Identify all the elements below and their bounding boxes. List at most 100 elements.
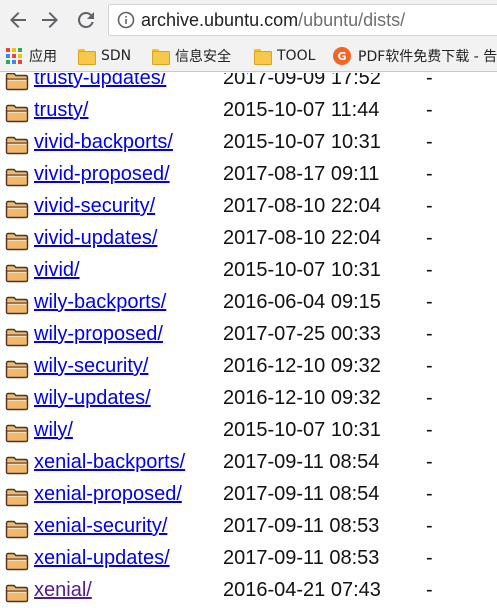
bookmark-tool[interactable]: TOOL xyxy=(254,45,315,67)
folder-icon xyxy=(5,584,29,603)
list-item: xenial-backports/2017-09-11 08:54 - xyxy=(0,448,497,480)
modified-date: 2017-09-11 08:53 xyxy=(223,515,380,537)
bookmark-label: 信息安全 xyxy=(175,49,231,65)
file-size: - xyxy=(426,259,433,281)
folder-icon xyxy=(5,232,29,251)
file-size: - xyxy=(426,195,433,217)
directory-link[interactable]: vivid-updates/ xyxy=(34,227,157,250)
folder-icon xyxy=(5,73,29,91)
directory-link[interactable]: xenial/ xyxy=(34,579,92,602)
modified-date: 2017-08-17 09:11 xyxy=(223,163,380,185)
bookmark-label: PDF软件免费下载 - 告 xyxy=(358,49,497,65)
directory-link[interactable]: wily/ xyxy=(34,419,73,442)
folder-icon xyxy=(5,168,29,187)
browser-toolbar: archive.ubuntu.com/ubuntu/dists/ xyxy=(0,0,497,40)
folder-icon xyxy=(5,520,29,539)
modified-date: 2016-06-04 09:15 xyxy=(223,291,381,313)
file-size: - xyxy=(426,291,433,313)
directory-link[interactable]: vivid-security/ xyxy=(34,195,155,218)
address-bar[interactable]: archive.ubuntu.com/ubuntu/dists/ xyxy=(108,4,497,36)
folder-icon xyxy=(5,328,29,347)
folder-icon xyxy=(5,488,29,507)
list-item: vivid-updates/2017-08-10 22:04 - xyxy=(0,224,497,256)
bookmark-label: TOOL xyxy=(277,48,316,64)
directory-link[interactable]: vivid/ xyxy=(34,259,80,282)
forward-arrow-icon[interactable] xyxy=(38,8,62,32)
directory-link[interactable]: xenial-security/ xyxy=(34,515,167,538)
file-size: - xyxy=(426,163,433,185)
folder-icon xyxy=(5,360,29,379)
bookmark-apps[interactable]: 应用 xyxy=(6,45,57,67)
bookmark-label: 应用 xyxy=(29,49,57,65)
modified-date: 2015-10-07 11:44 xyxy=(223,99,380,121)
file-size: - xyxy=(426,515,433,537)
list-item: xenial-proposed/2017-09-11 08:54 - xyxy=(0,480,497,512)
info-icon[interactable] xyxy=(117,11,135,29)
folder-icon xyxy=(5,264,29,283)
url-text[interactable]: archive.ubuntu.com/ubuntu/dists/ xyxy=(141,10,405,31)
file-size: - xyxy=(426,131,433,153)
bookmarks-bar: 应用 SDN 信息安全 TOOL G PDF软件免费下载 - 告 xyxy=(0,40,497,72)
file-size: - xyxy=(426,355,433,377)
file-size: - xyxy=(426,323,433,345)
folder-icon xyxy=(5,296,29,315)
list-item: vivid-security/2017-08-10 22:04 - xyxy=(0,192,497,224)
bookmark-sdn[interactable]: SDN xyxy=(78,45,131,67)
modified-date: 2017-08-10 22:04 xyxy=(223,227,381,249)
file-size: - xyxy=(426,387,433,409)
apps-grid-icon xyxy=(6,48,22,64)
list-item: wily-security/2016-12-10 09:32 - xyxy=(0,352,497,384)
list-item: wily-backports/2016-06-04 09:15 - xyxy=(0,288,497,320)
directory-link[interactable]: xenial-backports/ xyxy=(34,451,185,474)
directory-link[interactable]: wily-updates/ xyxy=(34,387,151,410)
back-arrow-icon[interactable] xyxy=(6,8,30,32)
modified-date: 2016-12-10 09:32 xyxy=(223,387,381,409)
bookmark-label: SDN xyxy=(101,48,132,64)
list-item: trusty-updates/2017-09-09 17:52 - xyxy=(0,73,497,96)
reload-icon[interactable] xyxy=(74,8,98,32)
directory-link[interactable]: wily-backports/ xyxy=(34,291,166,314)
list-item: wily-proposed/2017-07-25 00:33 - xyxy=(0,320,497,352)
modified-date: 2017-09-09 17:52 xyxy=(223,73,381,89)
folder-icon xyxy=(5,392,29,411)
directory-link[interactable]: xenial-proposed/ xyxy=(34,483,182,506)
bookmark-pdf[interactable]: G PDF软件免费下载 - 告 xyxy=(333,45,497,67)
modified-date: 2016-04-21 07:43 xyxy=(223,579,381,601)
folder-icon xyxy=(5,456,29,475)
directory-listing: trusty-updates/2017-09-09 17:52- trusty/2… xyxy=(0,73,497,608)
folder-icon xyxy=(5,104,29,123)
list-item: vivid/2015-10-07 10:31 - xyxy=(0,256,497,288)
directory-link[interactable]: wily-security/ xyxy=(34,355,148,378)
folder-icon xyxy=(5,200,29,219)
folder-icon xyxy=(5,136,29,155)
list-item: wily-updates/2016-12-10 09:32 - xyxy=(0,384,497,416)
list-item: xenial/2016-04-21 07:43 - xyxy=(0,576,497,608)
directory-link[interactable]: trusty-updates/ xyxy=(34,73,166,90)
directory-link[interactable]: wily-proposed/ xyxy=(34,323,163,346)
modified-date: 2017-09-11 08:54 xyxy=(223,451,380,473)
modified-date: 2017-08-10 22:04 xyxy=(223,195,381,217)
directory-link[interactable]: xenial-updates/ xyxy=(34,547,170,570)
list-item: xenial-security/2017-09-11 08:53 - xyxy=(0,512,497,544)
file-size: - xyxy=(426,73,433,89)
modified-date: 2017-07-25 00:33 xyxy=(223,323,381,345)
folder-icon xyxy=(254,49,272,65)
list-item: wily/2015-10-07 10:31 - xyxy=(0,416,497,448)
modified-date: 2015-10-07 10:31 xyxy=(223,259,381,281)
modified-date: 2016-12-10 09:32 xyxy=(223,355,381,377)
list-item: trusty/2015-10-07 11:44 - xyxy=(0,96,497,128)
modified-date: 2015-10-07 10:31 xyxy=(223,419,381,441)
list-item: vivid-proposed/2017-08-17 09:11 - xyxy=(0,160,497,192)
file-size: - xyxy=(426,99,433,121)
folder-icon xyxy=(5,552,29,571)
file-size: - xyxy=(426,227,433,249)
directory-link[interactable]: vivid-backports/ xyxy=(34,131,173,154)
url-host: archive.ubuntu.com xyxy=(141,10,299,30)
folder-icon xyxy=(152,49,170,65)
directory-link[interactable]: trusty/ xyxy=(34,99,88,122)
directory-link[interactable]: vivid-proposed/ xyxy=(34,163,170,186)
modified-date: 2017-09-11 08:54 xyxy=(223,483,380,505)
folder-icon xyxy=(5,424,29,443)
bookmark-infosec[interactable]: 信息安全 xyxy=(152,45,231,67)
file-size: - xyxy=(426,483,433,505)
